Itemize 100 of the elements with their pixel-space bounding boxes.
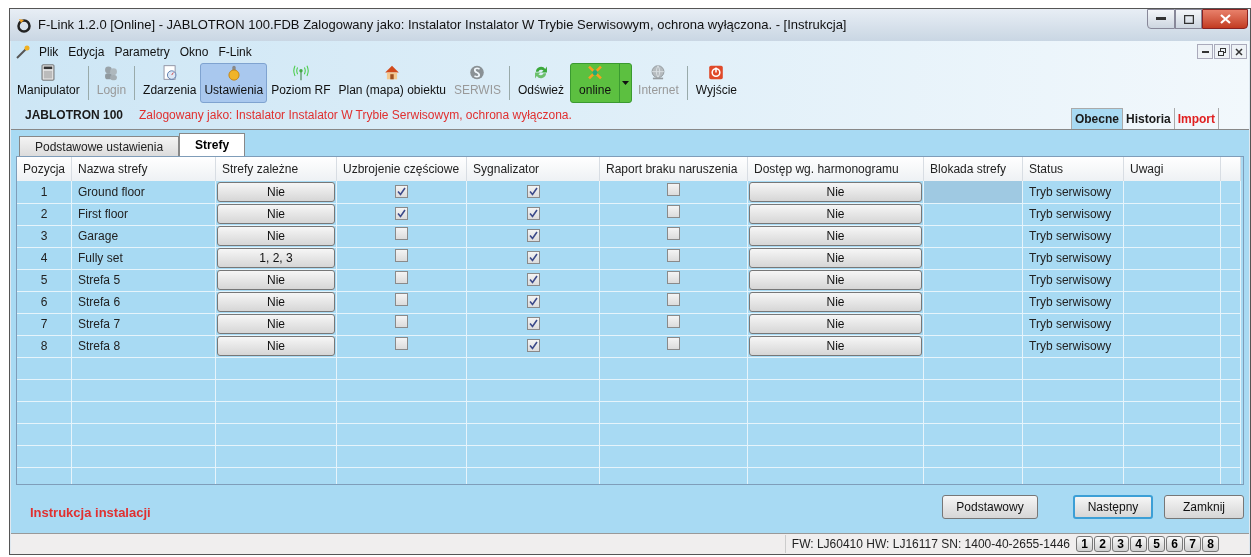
blockade-cell[interactable] xyxy=(923,291,1023,313)
minimize-icon xyxy=(1156,17,1166,21)
s-badge-icon xyxy=(468,64,487,81)
checkbox[interactable] xyxy=(667,315,681,328)
table-cell: 1 xyxy=(40,184,48,199)
blockade-cell[interactable] xyxy=(923,313,1023,335)
menu-item[interactable]: Plik xyxy=(34,42,64,61)
value-button[interactable]: Nie xyxy=(217,314,336,334)
checkbox[interactable] xyxy=(667,182,681,196)
dialog-button[interactable]: Zamknij xyxy=(1164,495,1244,519)
section-indicator: 3 xyxy=(1112,536,1129,552)
value-button[interactable]: Nie xyxy=(217,270,336,290)
dialog-button[interactable]: Następny xyxy=(1073,495,1153,519)
table-cell: Tryb serwisowy xyxy=(1029,251,1112,265)
minimize-button[interactable] xyxy=(1147,9,1175,29)
checkbox[interactable] xyxy=(526,339,540,352)
mdi-close-button[interactable] xyxy=(1231,44,1247,59)
checkbox[interactable] xyxy=(395,184,409,198)
value-button[interactable]: Nie xyxy=(217,336,336,356)
blockade-cell[interactable] xyxy=(923,335,1023,357)
toolbar-button[interactable]: Zdarzenia xyxy=(139,63,201,103)
checkbox[interactable] xyxy=(526,184,540,198)
value-button[interactable]: 1, 2, 3 xyxy=(217,248,336,268)
menu-item[interactable]: F-Link xyxy=(213,42,257,61)
checkbox[interactable] xyxy=(395,271,409,284)
checkbox[interactable] xyxy=(395,227,409,240)
online-split-button[interactable]: online xyxy=(570,63,633,103)
checkbox[interactable] xyxy=(667,205,681,218)
checkbox[interactable] xyxy=(667,271,681,284)
close-button[interactable] xyxy=(1202,9,1248,29)
toolbar-button[interactable]: Manipulator xyxy=(13,63,84,103)
globe-icon xyxy=(649,64,668,81)
value-button[interactable]: Nie xyxy=(217,181,336,202)
checkbox[interactable] xyxy=(395,207,409,220)
view-tab[interactable]: Obecne xyxy=(1070,108,1123,129)
close-icon xyxy=(1235,47,1243,56)
value-button[interactable]: Nie xyxy=(217,226,336,246)
power-icon xyxy=(707,64,726,81)
blockade-cell[interactable] xyxy=(923,203,1023,225)
value-button[interactable]: Nie xyxy=(749,248,923,268)
refresh-icon xyxy=(532,64,550,81)
blockade-cell[interactable] xyxy=(923,181,1023,203)
column-header[interactable]: Raport braku naruszenia xyxy=(599,157,748,181)
table-cell: Tryb serwisowy xyxy=(1029,273,1112,287)
column-header[interactable]: Uzbrojenie częściowe xyxy=(336,157,467,181)
blockade-cell[interactable] xyxy=(923,247,1023,269)
checkbox[interactable] xyxy=(667,337,681,350)
checkbox[interactable] xyxy=(667,249,681,262)
toolbar-button[interactable]: Wyjście xyxy=(691,63,741,103)
checkbox[interactable] xyxy=(395,337,409,350)
value-button[interactable]: Nie xyxy=(749,226,923,246)
value-button[interactable]: Nie xyxy=(749,314,923,334)
checkbox[interactable] xyxy=(526,251,540,264)
checkbox[interactable] xyxy=(526,273,540,286)
value-button[interactable]: Nie xyxy=(749,204,923,224)
dialog-button[interactable]: Podstawowy xyxy=(942,495,1038,519)
section-indicator: 1 xyxy=(1076,536,1093,552)
toolbar-button[interactable]: Ustawienia xyxy=(200,63,268,103)
section-indicator: 7 xyxy=(1184,536,1201,552)
value-button[interactable]: Nie xyxy=(217,204,336,224)
checkbox[interactable] xyxy=(526,207,540,220)
checkbox[interactable] xyxy=(395,315,409,328)
column-header[interactable]: Dostęp wg. harmonogramu xyxy=(747,157,924,181)
checkbox[interactable] xyxy=(526,317,540,330)
value-button[interactable]: Nie xyxy=(749,292,923,312)
column-header[interactable]: Nazwa strefy xyxy=(71,157,216,181)
checkbox[interactable] xyxy=(667,227,681,240)
mdi-restore-button[interactable] xyxy=(1214,44,1230,59)
tab[interactable]: Podstawowe ustawienia xyxy=(19,136,180,156)
mdi-minimize-button[interactable] xyxy=(1197,44,1213,59)
tab[interactable]: Strefy xyxy=(179,133,246,156)
device-info: FW: LJ60410 HW: LJ16117 SN: 1400-40-2655-1446 xyxy=(784,535,1070,553)
checkbox[interactable] xyxy=(526,295,540,308)
column-header[interactable]: Strefy zależne xyxy=(215,157,337,181)
checkbox[interactable] xyxy=(667,293,681,306)
table-cell: 2 xyxy=(40,207,48,221)
table-cell: Strefa 8 xyxy=(78,339,121,353)
blockade-cell[interactable] xyxy=(923,225,1023,247)
checkbox[interactable] xyxy=(526,229,540,242)
checkbox[interactable] xyxy=(395,249,409,262)
table-cell: Strefa 6 xyxy=(78,295,121,309)
value-button[interactable]: Nie xyxy=(749,336,923,356)
menu-item[interactable]: Edycja xyxy=(63,42,110,61)
column-header[interactable]: Uwagi xyxy=(1123,157,1221,181)
value-button[interactable]: Nie xyxy=(217,292,336,312)
column-header[interactable]: Pozycja xyxy=(17,157,72,181)
column-header[interactable]: Status xyxy=(1022,157,1124,181)
maximize-button[interactable] xyxy=(1175,9,1202,29)
toolbar-button[interactable]: Poziom RF xyxy=(267,63,335,103)
value-button[interactable]: Nie xyxy=(749,270,923,290)
checkbox[interactable] xyxy=(395,293,409,306)
column-header[interactable]: Sygnalizator xyxy=(466,157,600,181)
blockade-cell[interactable] xyxy=(923,269,1023,291)
menu-item[interactable]: Parametry xyxy=(109,42,175,61)
toolbar-button[interactable]: Odśwież xyxy=(514,63,569,103)
value-button[interactable]: Nie xyxy=(749,181,923,202)
caret-icon[interactable] xyxy=(622,81,630,85)
toolbar-button[interactable]: Plan (mapa) obiektu xyxy=(334,63,450,103)
menu-item[interactable]: Okno xyxy=(174,42,214,61)
table-cell: 5 xyxy=(40,273,48,287)
